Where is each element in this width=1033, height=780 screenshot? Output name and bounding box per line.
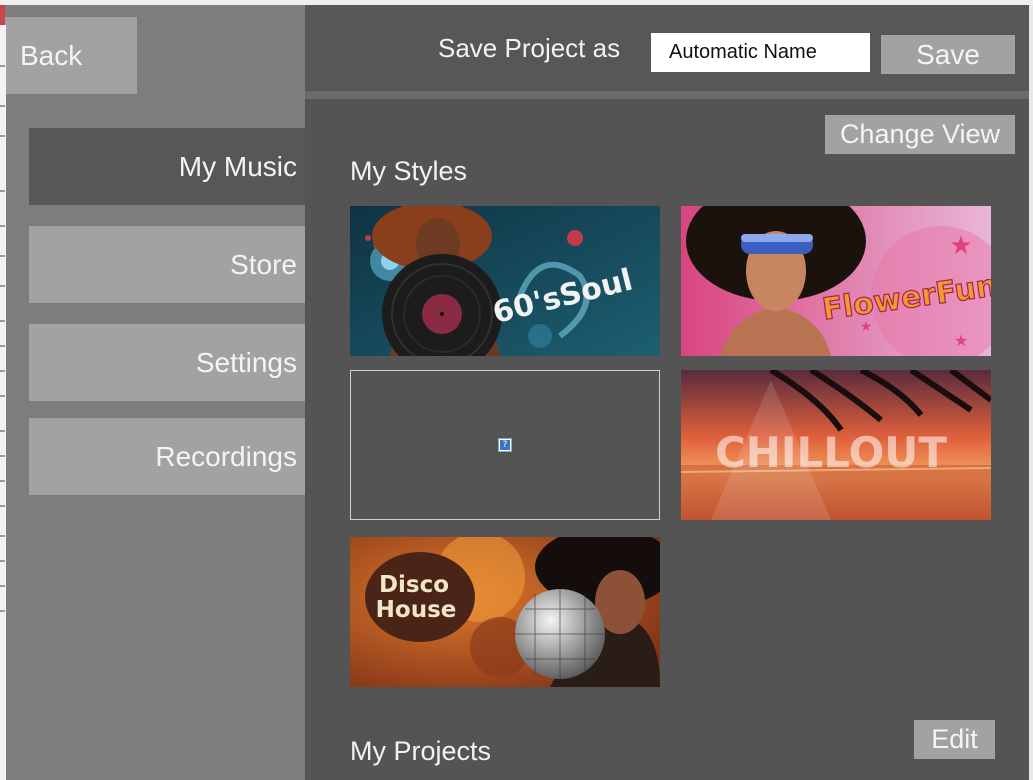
save-project-label: Save Project as (438, 33, 621, 63)
save-button[interactable]: Save (881, 35, 1015, 74)
flower-funk-artwork: ★ ★ ★ FlowerFunk (681, 206, 991, 356)
style-tile-chillout[interactable]: CHILLOUT (681, 370, 991, 520)
header-divider (305, 91, 1033, 99)
sidebar: Back My Music Store Settings Recordings (0, 5, 305, 780)
back-button-label: Back (20, 39, 83, 71)
right-window-edge (1029, 5, 1033, 780)
nav-item-label: Store (230, 248, 297, 280)
nav-item-recordings[interactable]: Recordings (29, 418, 305, 495)
edit-button[interactable]: Edit (914, 720, 995, 759)
my-projects-heading: My Projects (350, 736, 492, 766)
nav-item-label: Settings (195, 346, 297, 378)
disco-house-label-line1: Disco (379, 572, 449, 598)
60s-soul-artwork: 60'sSoul (350, 206, 660, 356)
style-tile-60s-soul[interactable]: 60'sSoul (350, 206, 660, 356)
save-button-label: Save (916, 38, 980, 70)
disco-house-artwork: Disco House (350, 537, 660, 687)
change-view-button[interactable]: Change View (825, 115, 1015, 154)
nav-item-store[interactable]: Store (29, 226, 305, 303)
disco-house-label-line2: House (376, 597, 457, 623)
svg-text:★: ★ (954, 333, 968, 350)
app-window: Back My Music Store Settings Recordings … (0, 5, 1033, 780)
broken-image-icon: ? (498, 438, 512, 452)
change-view-label: Change View (839, 119, 1001, 149)
background-window-edge (0, 25, 6, 780)
style-tile-disco-house[interactable]: Disco House (350, 537, 660, 687)
nav-item-my-music[interactable]: My Music (29, 128, 305, 205)
edit-button-label: Edit (931, 724, 978, 754)
window-red-marker (0, 5, 5, 25)
svg-text:★: ★ (949, 230, 972, 260)
chillout-artwork: CHILLOUT (681, 370, 991, 520)
chillout-label: CHILLOUT (715, 428, 947, 477)
nav-item-settings[interactable]: Settings (29, 324, 305, 401)
project-name-input[interactable] (651, 33, 870, 72)
style-tile-flower-funk[interactable]: ★ ★ ★ FlowerFunk (681, 206, 991, 356)
nav-item-label: My Music (178, 150, 297, 182)
nav-item-label: Recordings (155, 440, 297, 472)
style-tile-missing-image[interactable]: ? (350, 370, 660, 520)
back-button[interactable]: Back (4, 17, 137, 94)
my-styles-heading: My Styles (350, 156, 468, 186)
